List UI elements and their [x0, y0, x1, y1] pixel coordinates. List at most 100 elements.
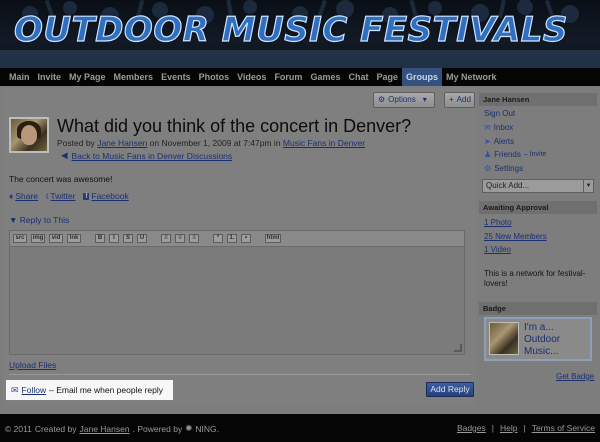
discussion-panel: ⚙ Options ▾ + Add What did you think of … — [3, 88, 476, 406]
friends-item: ♟ Friends – Invite — [484, 150, 546, 159]
photo-approval-link[interactable]: 1 Photo — [484, 218, 512, 227]
follow-link[interactable]: Follow — [22, 385, 47, 395]
badges-link[interactable]: Badges — [457, 423, 486, 433]
alerts-item[interactable]: ➤ Alerts — [484, 137, 514, 146]
back-link-row: ◀ Back to Music Fans in Denver Discussio… — [61, 150, 232, 161]
follow-description: – Email me when people reply — [49, 385, 163, 395]
nav-item-videos[interactable]: Videos — [233, 68, 270, 86]
nav-item-events[interactable]: Events — [157, 68, 195, 86]
quote-icon[interactable]: “ — [213, 234, 223, 243]
site-title[interactable]: OUTDOOR MUSIC FESTIVALS — [13, 9, 568, 50]
gear-icon: ⚙ — [378, 95, 386, 104]
ning-logo-icon: ✺ — [185, 423, 193, 433]
photo-approval-item: 1 Photo — [484, 218, 512, 227]
sign-out-link[interactable]: Sign Out — [484, 109, 515, 118]
get-badge-link[interactable]: Get Badge — [556, 372, 594, 381]
html-icon[interactable]: html — [265, 234, 281, 243]
video-approval-item: 1 Video — [484, 245, 511, 254]
bold-icon[interactable]: B — [95, 234, 105, 243]
nav-item-photos[interactable]: Photos — [195, 68, 234, 86]
ning-label[interactable]: NING. — [195, 424, 219, 434]
nav-item-page[interactable]: Page — [372, 68, 402, 86]
quick-add-value: Quick Add... — [486, 181, 530, 190]
settings-item[interactable]: ⚙ Settings — [484, 164, 523, 173]
settings-link[interactable]: Settings — [494, 164, 523, 173]
author-avatar[interactable] — [9, 117, 49, 153]
share-link[interactable]: Share — [15, 191, 38, 201]
options-label: Options — [388, 95, 416, 104]
help-link[interactable]: Help — [500, 423, 517, 433]
created-by-label: Created by — [34, 423, 77, 434]
reply-toggle[interactable]: ▼ Reply to This — [9, 215, 69, 225]
post-date: on November 1, 2009 at 7:47pm in — [149, 138, 281, 148]
chevron-down-icon: ▾ — [422, 95, 427, 104]
nav-item-my-page[interactable]: My Page — [65, 68, 110, 86]
terms-link[interactable]: Terms of Service — [532, 423, 595, 433]
alerts-link[interactable]: Alerts — [494, 137, 514, 146]
alert-icon: ➤ — [484, 137, 491, 146]
reply-editor[interactable]: src img vid lnk B I S U ≡ ≡ ≡ “ 1. • htm… — [9, 230, 465, 355]
badge-avatar — [489, 322, 519, 355]
facebook-link[interactable]: Facebook — [91, 191, 128, 201]
chevron-down-icon: ▼ — [583, 180, 593, 192]
upload-files-link[interactable]: Upload Files — [9, 360, 56, 370]
align-right-icon[interactable]: ≡ — [189, 234, 199, 243]
divider — [9, 374, 471, 375]
nav-item-games[interactable]: Games — [306, 68, 344, 86]
nav-item-groups[interactable]: Groups — [401, 68, 442, 86]
inbox-item[interactable]: ✉ Inbox — [484, 123, 513, 132]
bullet-list-icon[interactable]: • — [241, 234, 251, 243]
nav-item-forum[interactable]: Forum — [270, 68, 306, 86]
source-icon[interactable]: src — [13, 234, 27, 243]
back-link[interactable]: Back to Music Fans in Denver Discussions — [72, 151, 233, 161]
strikethrough-icon[interactable]: S — [123, 234, 133, 243]
editor-toolbar: src img vid lnk B I S U ≡ ≡ ≡ “ 1. • htm… — [10, 231, 464, 247]
creator-link[interactable]: Jane Hansen — [80, 424, 130, 434]
ordered-list-icon[interactable]: 1. — [227, 234, 237, 243]
members-approval-link[interactable]: 25 New Members — [484, 232, 547, 241]
nav-item-main[interactable]: Main — [5, 68, 34, 86]
add-button[interactable]: + Add — [444, 92, 475, 108]
resize-handle[interactable] — [454, 344, 462, 352]
image-icon[interactable]: img — [31, 234, 45, 243]
badge-text: I'm a... Outdoor Music... — [524, 322, 561, 357]
nav-item-chat[interactable]: Chat — [344, 68, 372, 86]
twitter-link[interactable]: Twitter — [50, 191, 75, 201]
video-icon[interactable]: vid — [49, 234, 63, 243]
post-body: The concert was awesome! — [9, 174, 113, 184]
page-title: What did you think of the concert in Den… — [57, 116, 412, 136]
options-button[interactable]: ⚙ Options ▾ — [373, 92, 435, 108]
quick-add-select[interactable]: Quick Add... ▼ — [482, 179, 594, 193]
badge-header: Badge — [479, 302, 597, 315]
footer-links: Badges | Help | Terms of Service — [456, 423, 595, 433]
share-icon: ♦ — [9, 191, 14, 201]
member-badge[interactable]: I'm a... Outdoor Music... — [484, 317, 592, 361]
add-reply-button[interactable]: Add Reply — [426, 382, 474, 397]
share-item: ♦ Share — [9, 191, 38, 201]
author-link[interactable]: Jane Hansen — [97, 138, 147, 148]
get-badge-item: Get Badge — [556, 372, 594, 381]
inbox-link[interactable]: Inbox — [494, 123, 514, 132]
italic-icon[interactable]: I — [109, 234, 119, 243]
align-left-icon[interactable]: ≡ — [161, 234, 171, 243]
align-center-icon[interactable]: ≡ — [175, 234, 185, 243]
post-meta: Posted by Jane Hansen on November 1, 200… — [57, 138, 365, 148]
video-approval-link[interactable]: 1 Video — [484, 245, 511, 254]
group-link[interactable]: Music Fans in Denver — [283, 138, 365, 148]
nav-item-members[interactable]: Members — [110, 68, 158, 86]
friends-link[interactable]: Friends — [494, 150, 521, 159]
arrow-left-icon: ◀ — [61, 150, 68, 160]
invite-link[interactable]: – Invite — [524, 151, 547, 158]
facebook-item: f Facebook — [83, 191, 129, 201]
add-label: Add — [456, 95, 471, 104]
footer: © 2011 Created by Jane Hansen . Powered … — [0, 414, 600, 442]
nav-item-invite[interactable]: Invite — [34, 68, 66, 86]
awaiting-approval-header: Awaiting Approval — [479, 201, 597, 214]
link-icon[interactable]: lnk — [67, 234, 81, 243]
follow-icon: ✉ — [11, 384, 19, 395]
members-approval-item: 25 New Members — [484, 232, 547, 241]
envelope-icon: ✉ — [484, 123, 491, 132]
nav-item-my-network[interactable]: My Network — [442, 68, 501, 86]
twitter-item: t Twitter — [46, 191, 75, 201]
underline-icon[interactable]: U — [137, 234, 147, 243]
